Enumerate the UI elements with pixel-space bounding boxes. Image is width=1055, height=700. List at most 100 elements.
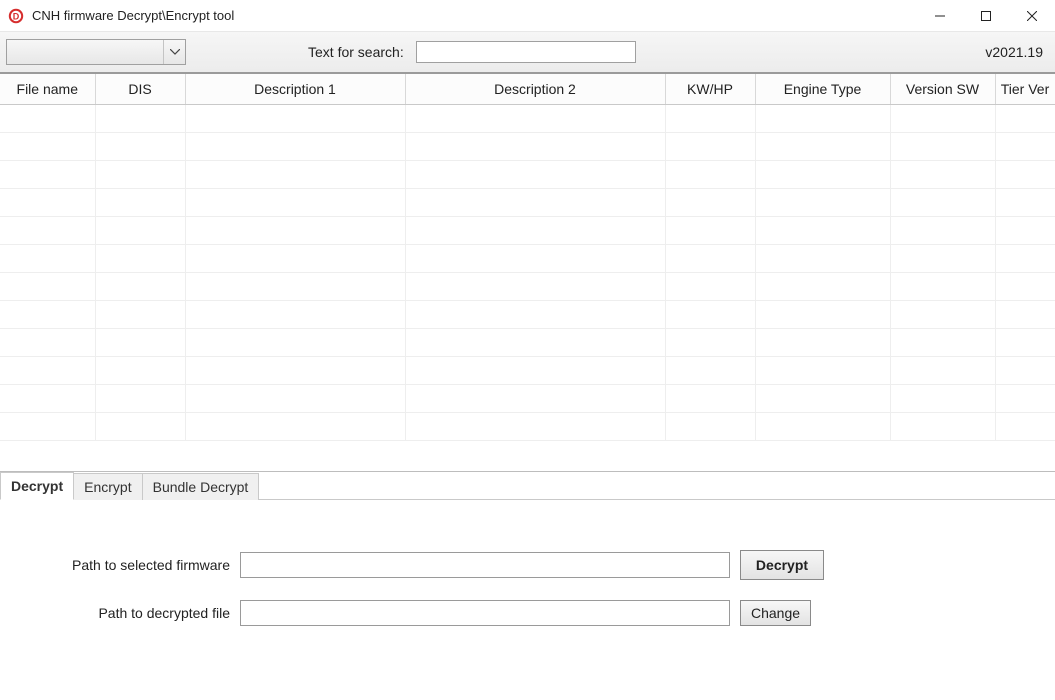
column-header[interactable]: Description 1 — [185, 74, 405, 104]
table-cell — [755, 160, 890, 188]
table-row[interactable] — [0, 188, 1055, 216]
table-cell — [665, 412, 755, 440]
version-label: v2021.19 — [985, 44, 1049, 60]
table-row[interactable] — [0, 300, 1055, 328]
minimize-button[interactable] — [917, 0, 963, 32]
table-cell — [95, 356, 185, 384]
table-cell — [995, 132, 1055, 160]
table-cell — [0, 188, 95, 216]
column-header[interactable]: Description 2 — [405, 74, 665, 104]
table-cell — [185, 188, 405, 216]
table-cell — [0, 272, 95, 300]
table-cell — [755, 300, 890, 328]
table-cell — [0, 356, 95, 384]
table-cell — [95, 216, 185, 244]
column-header[interactable]: Version SW — [890, 74, 995, 104]
table-cell — [890, 328, 995, 356]
table-cell — [95, 188, 185, 216]
table-cell — [665, 328, 755, 356]
table-cell — [95, 132, 185, 160]
table-cell — [995, 356, 1055, 384]
maximize-button[interactable] — [963, 0, 1009, 32]
table-cell — [995, 328, 1055, 356]
window-title: CNH firmware Decrypt\Encrypt tool — [32, 8, 234, 23]
table-cell — [185, 272, 405, 300]
tab-decrypt[interactable]: Decrypt — [0, 472, 74, 500]
table-cell — [405, 272, 665, 300]
close-button[interactable] — [1009, 0, 1055, 32]
table-cell — [95, 160, 185, 188]
table-cell — [0, 412, 95, 440]
table-cell — [185, 300, 405, 328]
table-cell — [665, 384, 755, 412]
column-header[interactable]: File name — [0, 74, 95, 104]
table-cell — [405, 104, 665, 132]
table-row[interactable] — [0, 412, 1055, 440]
search-input[interactable] — [416, 41, 636, 63]
table-cell — [995, 272, 1055, 300]
column-header[interactable]: Tier Ver — [995, 74, 1055, 104]
tab-bundle-decrypt[interactable]: Bundle Decrypt — [143, 473, 260, 500]
table-cell — [890, 412, 995, 440]
table-cell — [0, 216, 95, 244]
table-cell — [890, 188, 995, 216]
table-cell — [665, 104, 755, 132]
table-cell — [755, 244, 890, 272]
table-cell — [0, 132, 95, 160]
table-cell — [890, 244, 995, 272]
table-cell — [755, 356, 890, 384]
table-row[interactable] — [0, 104, 1055, 132]
table-cell — [890, 132, 995, 160]
table-cell — [95, 384, 185, 412]
table-cell — [755, 188, 890, 216]
filter-combobox[interactable] — [6, 39, 186, 65]
table-cell — [890, 300, 995, 328]
titlebar: D CNH firmware Decrypt\Encrypt tool — [0, 0, 1055, 32]
table-cell — [995, 188, 1055, 216]
firmware-table[interactable]: File nameDISDescription 1Description 2KW… — [0, 74, 1055, 441]
table-row[interactable] — [0, 160, 1055, 188]
table-cell — [95, 328, 185, 356]
table-cell — [755, 104, 890, 132]
table-row[interactable] — [0, 132, 1055, 160]
table-cell — [755, 132, 890, 160]
table-cell — [95, 244, 185, 272]
table-row[interactable] — [0, 244, 1055, 272]
table-row[interactable] — [0, 328, 1055, 356]
table-cell — [405, 216, 665, 244]
table-cell — [405, 188, 665, 216]
table-cell — [185, 244, 405, 272]
table-cell — [755, 384, 890, 412]
table-row[interactable] — [0, 384, 1055, 412]
decrypt-button[interactable]: Decrypt — [740, 550, 824, 580]
table-cell — [665, 132, 755, 160]
table-cell — [755, 216, 890, 244]
path-firmware-input[interactable] — [240, 552, 730, 578]
path-firmware-label: Path to selected firmware — [40, 557, 240, 573]
table-cell — [665, 272, 755, 300]
table-cell — [0, 160, 95, 188]
table-cell — [95, 104, 185, 132]
table-cell — [665, 216, 755, 244]
table-cell — [665, 300, 755, 328]
table-cell — [995, 412, 1055, 440]
table-cell — [665, 160, 755, 188]
column-header[interactable]: DIS — [95, 74, 185, 104]
path-decrypted-input[interactable] — [240, 600, 730, 626]
table-row[interactable] — [0, 272, 1055, 300]
table-row[interactable] — [0, 216, 1055, 244]
table-cell — [405, 384, 665, 412]
table-cell — [665, 188, 755, 216]
table-row[interactable] — [0, 356, 1055, 384]
table-cell — [405, 244, 665, 272]
column-header[interactable]: KW/HP — [665, 74, 755, 104]
table-cell — [405, 328, 665, 356]
change-button[interactable]: Change — [740, 600, 811, 626]
search-label: Text for search: — [308, 44, 404, 60]
tab-encrypt[interactable]: Encrypt — [74, 473, 142, 500]
path-decrypted-row: Path to decrypted file Change — [40, 600, 1015, 626]
tab-strip: DecryptEncryptBundle Decrypt — [0, 472, 1055, 500]
table-cell — [185, 356, 405, 384]
decrypt-panel: Path to selected firmware Decrypt Path t… — [0, 500, 1055, 698]
column-header[interactable]: Engine Type — [755, 74, 890, 104]
